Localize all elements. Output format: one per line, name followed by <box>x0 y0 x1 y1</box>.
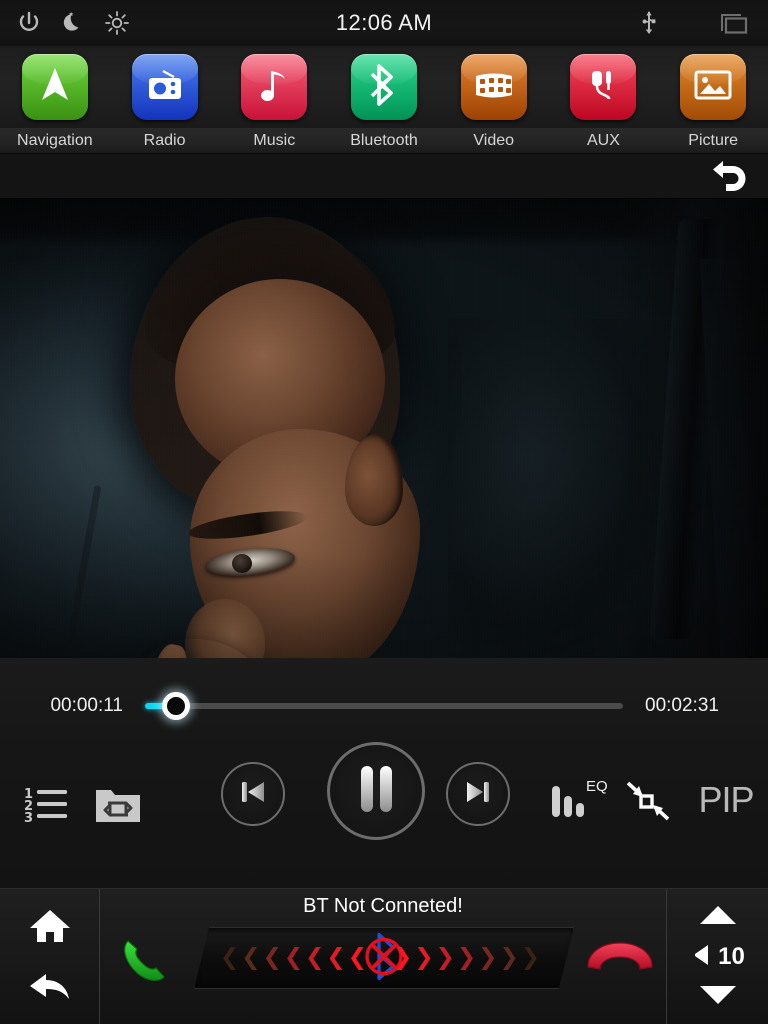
app-shortcut-music[interactable] <box>219 46 329 128</box>
svg-text:EQ: EQ <box>586 778 608 795</box>
bt-chevrons-left: ❮ ❮ ❮ ❮ ❮ ❮ ❮ <box>220 944 367 971</box>
video-frame-scene <box>0 199 768 658</box>
pip-button[interactable]: PIP <box>690 776 762 824</box>
svg-text:3: 3 <box>24 811 33 826</box>
app-label-radio: Radio <box>143 131 186 149</box>
app-shortcut-navigation[interactable] <box>0 46 110 128</box>
secondary-nav-bar <box>0 154 768 199</box>
app-shortcut-radio[interactable] <box>110 46 220 128</box>
seek-handle[interactable] <box>162 692 191 720</box>
app-label-navigation: Navigation <box>17 131 93 149</box>
usb-icon <box>634 8 664 38</box>
equalizer-button[interactable]: EQ <box>548 774 610 828</box>
status-bar-right-icons <box>634 8 768 38</box>
volume-down-arrow[interactable] <box>697 983 739 1012</box>
back-arrow-icon[interactable] <box>27 969 73 1008</box>
app-shortcut-picture[interactable] <box>658 46 768 128</box>
bluetooth-connection-visual: ❮ ❮ ❮ ❮ ❮ ❮ ❮ ❯ ❯ ❯ ❯ ❯ ❯ ❯ <box>194 927 574 989</box>
bottom-bar: BT Not Conneted! ❮ ❮ ❮ ❮ ❮ ❮ ❮ ❯ ❯ ❯ ❯ ❯… <box>0 888 768 1024</box>
app-label-music: Music <box>253 131 296 149</box>
seek-slider[interactable] <box>145 692 623 720</box>
previous-track-button[interactable] <box>221 762 285 826</box>
app-shortcut-video[interactable] <box>439 46 549 128</box>
brightness-sun-icon[interactable] <box>102 8 132 38</box>
aux-plug-icon <box>584 65 622 110</box>
volume-level-value: 10 <box>718 943 745 970</box>
volume-readout: 10 <box>690 942 745 973</box>
moon-night-mode-icon[interactable] <box>58 8 88 38</box>
equalizer-icon: EQ <box>548 774 610 829</box>
status-bar: 12:06 AM <box>0 0 768 46</box>
music-note-icon <box>255 63 293 112</box>
app-shortcut-aux[interactable] <box>549 46 659 128</box>
bluetooth-status-text: BT Not Conneted! <box>303 895 463 917</box>
home-icon[interactable] <box>28 906 72 951</box>
volume-up-arrow[interactable] <box>697 903 739 932</box>
current-time-label: 00:00:11 <box>50 695 123 716</box>
radio-icon <box>144 65 186 110</box>
repeat-folder-icon[interactable] <box>92 780 144 828</box>
volume-control: 10 <box>666 889 768 1024</box>
next-track-icon <box>461 777 495 812</box>
progress-row: 00:00:11 00:02:31 <box>0 686 768 726</box>
phone-hangup-icon[interactable] <box>584 939 656 983</box>
transport-controls: 1 2 3 EQ PIP <box>0 742 768 864</box>
head-unit-screen: 12:06 AM Navigation Radio Music Bluetoot… <box>0 0 768 1024</box>
video-playback-surface[interactable] <box>0 199 768 658</box>
app-label-aux: AUX <box>587 131 620 149</box>
total-time-label: 00:02:31 <box>645 695 719 716</box>
app-label-bluetooth: Bluetooth <box>350 131 418 149</box>
app-shortcut-bluetooth[interactable] <box>329 46 439 128</box>
pause-icon <box>353 762 399 821</box>
bottom-bar-nav <box>0 889 100 1024</box>
speaker-icon <box>690 942 712 973</box>
app-label-picture: Picture <box>688 131 739 149</box>
power-icon[interactable] <box>14 8 44 38</box>
navigation-arrow-icon <box>35 64 75 111</box>
bluetooth-icon <box>367 63 401 112</box>
app-label-video: Video <box>473 131 515 149</box>
photo-icon <box>692 67 734 108</box>
seek-track <box>145 703 623 709</box>
status-bar-left-icons <box>0 8 132 38</box>
previous-track-icon <box>236 777 270 812</box>
multi-window-icon[interactable] <box>716 8 748 38</box>
back-return-icon[interactable] <box>708 159 750 195</box>
next-track-button[interactable] <box>446 762 510 826</box>
film-strip-icon <box>472 68 516 107</box>
app-label-row: Navigation Radio Music Bluetooth Video A… <box>0 128 768 154</box>
playlist-123-icon[interactable]: 1 2 3 <box>22 778 78 834</box>
play-pause-button[interactable] <box>327 742 425 840</box>
player-control-panel: 00:00:11 00:02:31 1 2 3 EQ PIP <box>0 658 768 888</box>
phone-answer-icon[interactable] <box>118 935 184 989</box>
app-shortcut-row <box>0 46 768 128</box>
shrink-screen-icon[interactable] <box>620 776 676 826</box>
bt-chevrons-right: ❯ ❯ ❯ ❯ ❯ ❯ ❯ <box>393 944 540 971</box>
